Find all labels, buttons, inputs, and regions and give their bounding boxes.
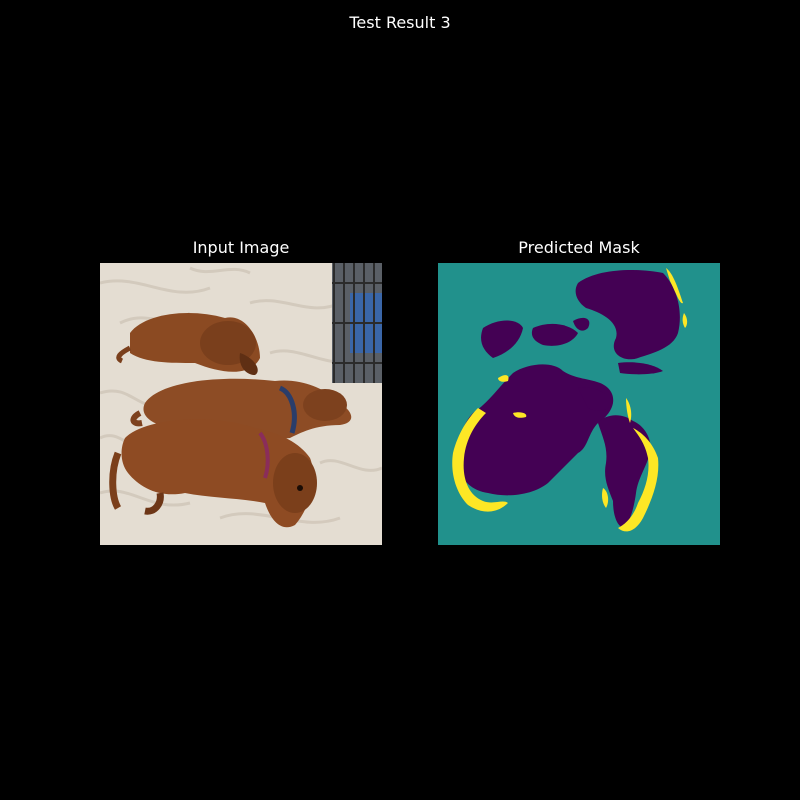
dogs-photo xyxy=(100,263,382,545)
mask-image xyxy=(438,263,720,545)
input-image-title: Input Image xyxy=(192,238,290,257)
predicted-mask xyxy=(438,263,720,545)
input-image xyxy=(100,263,382,545)
crate xyxy=(332,263,382,383)
predicted-mask-title: Predicted Mask xyxy=(518,238,640,257)
figure-title: Test Result 3 xyxy=(349,13,451,32)
